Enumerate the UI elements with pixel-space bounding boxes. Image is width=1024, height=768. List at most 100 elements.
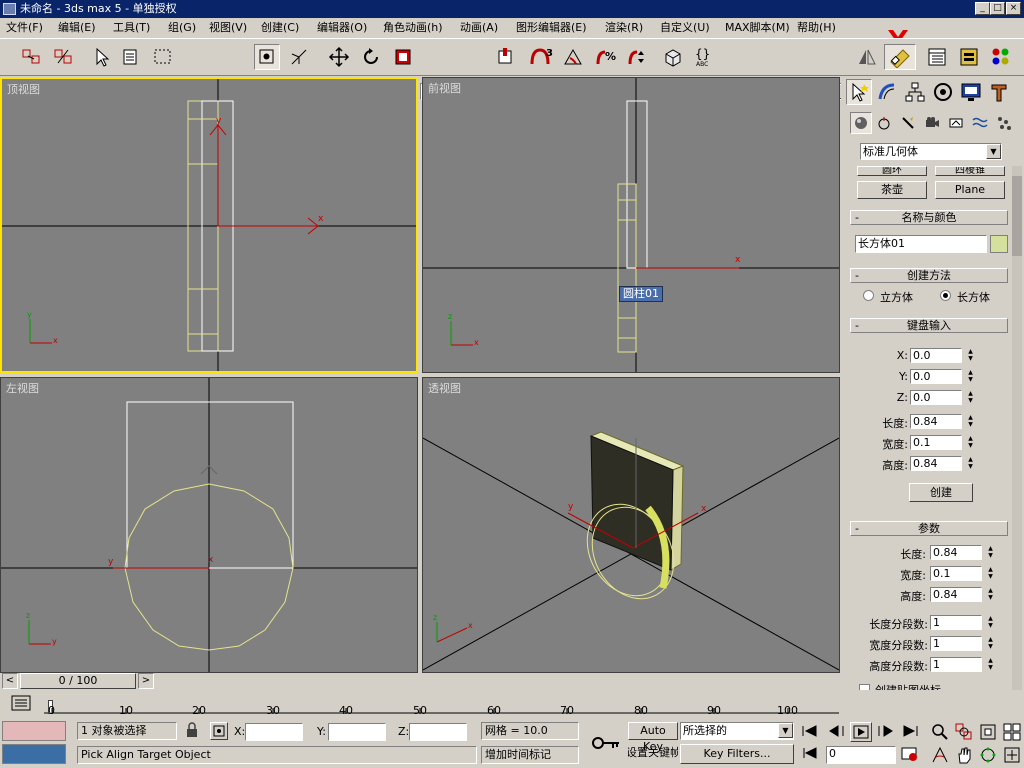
utilities-tab-icon[interactable] — [986, 79, 1012, 105]
snap-icon[interactable]: 3 — [528, 44, 554, 70]
spacewarps-icon[interactable] — [972, 115, 988, 134]
maximize-viewport-icon[interactable] — [1002, 745, 1022, 768]
time-slider-prev[interactable]: < — [2, 673, 18, 689]
key-mode-dropdown[interactable]: 所选择的 ▼ — [680, 722, 794, 740]
time-config-icon[interactable] — [900, 746, 924, 762]
spinner-snap-icon[interactable] — [624, 44, 650, 70]
material-editor-icon[interactable] — [988, 44, 1014, 70]
kb-z-input[interactable]: 0.0 — [910, 390, 962, 405]
menu-views[interactable]: 视图(V) — [209, 20, 247, 36]
radio-box[interactable] — [940, 290, 951, 301]
play-icon[interactable] — [850, 722, 872, 742]
param-length-input[interactable]: 0.84 — [930, 545, 982, 560]
select-link-icon[interactable] — [18, 44, 44, 70]
menu-rendering[interactable]: 渲染(R) — [605, 20, 643, 36]
param-height-segs-spinner[interactable]: ▲ ▼ — [986, 657, 995, 672]
param-width-segs-input[interactable]: 1 — [930, 636, 982, 651]
menu-file[interactable]: 文件(F) — [6, 20, 43, 36]
layers-icon[interactable] — [924, 44, 950, 70]
maximize-button[interactable]: □ — [990, 2, 1005, 15]
coord-x-input[interactable] — [245, 723, 303, 741]
menu-character[interactable]: 角色动画(h) — [383, 20, 443, 36]
goto-end-icon[interactable] — [900, 724, 924, 740]
panel-scrollbar[interactable] — [1012, 166, 1022, 710]
add-time-tag[interactable]: 增加时间标记 — [481, 746, 579, 764]
menu-maxscript[interactable]: MAX脚本(M) — [725, 20, 790, 36]
menu-tools[interactable]: 工具(T) — [113, 20, 150, 36]
maxscript-listener-blue[interactable] — [2, 744, 66, 764]
kb-y-input[interactable]: 0.0 — [910, 369, 962, 384]
rollout-name-color[interactable]: - 名称与颜色 — [850, 210, 1008, 225]
kb-x-spinner[interactable]: ▲ ▼ — [966, 348, 975, 363]
teapot-button[interactable]: 茶壶 — [857, 181, 927, 199]
lock-selection-icon[interactable] — [184, 722, 202, 740]
key-icon[interactable] — [586, 722, 626, 764]
create-tab-icon[interactable] — [846, 79, 872, 105]
param-height-input[interactable]: 0.84 — [930, 587, 982, 602]
param-width-spinner[interactable]: ▲ ▼ — [986, 566, 995, 581]
time-slider-track[interactable]: < 0 / 100 > — [0, 673, 840, 691]
kb-width-spinner[interactable]: ▲ ▼ — [966, 435, 975, 450]
select-icon[interactable] — [88, 44, 114, 70]
cameras-icon[interactable] — [924, 115, 940, 134]
pivot-icon[interactable] — [286, 44, 312, 70]
hierarchy-tab-icon[interactable] — [902, 79, 928, 105]
auto-key-button[interactable]: Auto Key — [628, 722, 678, 753]
shapes-icon[interactable] — [876, 115, 892, 134]
viewport-top[interactable]: 顶视图 x y y x — [0, 77, 418, 373]
viewport-left[interactable]: 左视图 y x z y — [0, 377, 418, 673]
set-key-button[interactable]: 设置关键帧 — [628, 744, 678, 764]
kb-width-input[interactable]: 0.1 — [910, 435, 962, 450]
window-crossing-icon[interactable] — [254, 44, 280, 70]
kb-x-input[interactable]: 0.0 — [910, 348, 962, 363]
key-filters-button[interactable]: Key Filters... — [680, 744, 794, 764]
menu-modifiers[interactable]: 编辑器(O) — [317, 20, 367, 36]
kb-z-spinner[interactable]: ▲ ▼ — [966, 390, 975, 405]
viewport-front[interactable]: 前视图 x z x 圆柱01 — [422, 77, 840, 373]
rotate-icon[interactable] — [358, 44, 384, 70]
param-width-input[interactable]: 0.1 — [930, 566, 982, 581]
helpers-icon[interactable] — [948, 115, 964, 134]
menu-graph-editors[interactable]: 图形编辑器(E) — [516, 20, 587, 36]
pan-icon[interactable] — [954, 745, 974, 768]
menu-help[interactable]: 帮助(H) — [797, 20, 836, 36]
close-button[interactable]: × — [1006, 2, 1021, 15]
scale-icon[interactable] — [390, 44, 416, 70]
mirror-icon[interactable] — [854, 44, 880, 70]
select-move-icon[interactable] — [326, 44, 352, 70]
minimize-button[interactable]: _ — [975, 2, 990, 15]
torus-button[interactable]: 圆环 — [857, 166, 927, 176]
menu-edit[interactable]: 编辑(E) — [58, 20, 96, 36]
pivot-center-icon[interactable] — [492, 44, 518, 70]
angle-snap-icon[interactable] — [560, 44, 586, 70]
named-sel-icon[interactable]: {} ABC — [694, 44, 720, 70]
modify-tab-icon[interactable] — [874, 79, 900, 105]
object-name-input[interactable]: 长方体01 — [855, 235, 987, 253]
param-height-spinner[interactable]: ▲ ▼ — [986, 587, 995, 602]
param-length-spinner[interactable]: ▲ ▼ — [986, 545, 995, 560]
zoom-extents-all-icon[interactable] — [1002, 722, 1022, 745]
lights-icon[interactable] — [900, 115, 916, 134]
menu-animation[interactable]: 动画(A) — [460, 20, 498, 36]
plane-button[interactable]: Plane — [935, 181, 1005, 199]
rect-region-icon[interactable] — [150, 44, 176, 70]
zoom-all-icon[interactable] — [954, 722, 974, 745]
coord-z-input[interactable] — [409, 723, 467, 741]
percent-snap-icon[interactable]: % — [592, 44, 618, 70]
rollout-parameters[interactable]: - 参数 — [850, 521, 1008, 536]
goto-start-icon[interactable] — [800, 724, 824, 740]
zoom-icon[interactable] — [930, 722, 950, 745]
next-frame-icon[interactable] — [876, 724, 898, 740]
zoom-extents-icon[interactable] — [978, 722, 998, 745]
pyramid-button[interactable]: 四棱锥 — [935, 166, 1005, 176]
edit-named-sel-icon[interactable] — [660, 44, 686, 70]
coord-y-input[interactable] — [328, 723, 386, 741]
time-slider-next[interactable]: > — [138, 673, 154, 689]
menu-group[interactable]: 组(G) — [168, 20, 196, 36]
time-slider-thumb[interactable]: 0 / 100 — [20, 673, 136, 689]
kb-height-spinner[interactable]: ▲ ▼ — [966, 456, 975, 471]
systems-icon[interactable] — [996, 115, 1012, 134]
rollout-creation-method[interactable]: - 创建方法 — [850, 268, 1008, 283]
category-dropdown[interactable]: 标准几何体 ▼ — [860, 143, 1002, 160]
viewport-perspective[interactable]: 透视图 x y z x — [422, 377, 840, 673]
